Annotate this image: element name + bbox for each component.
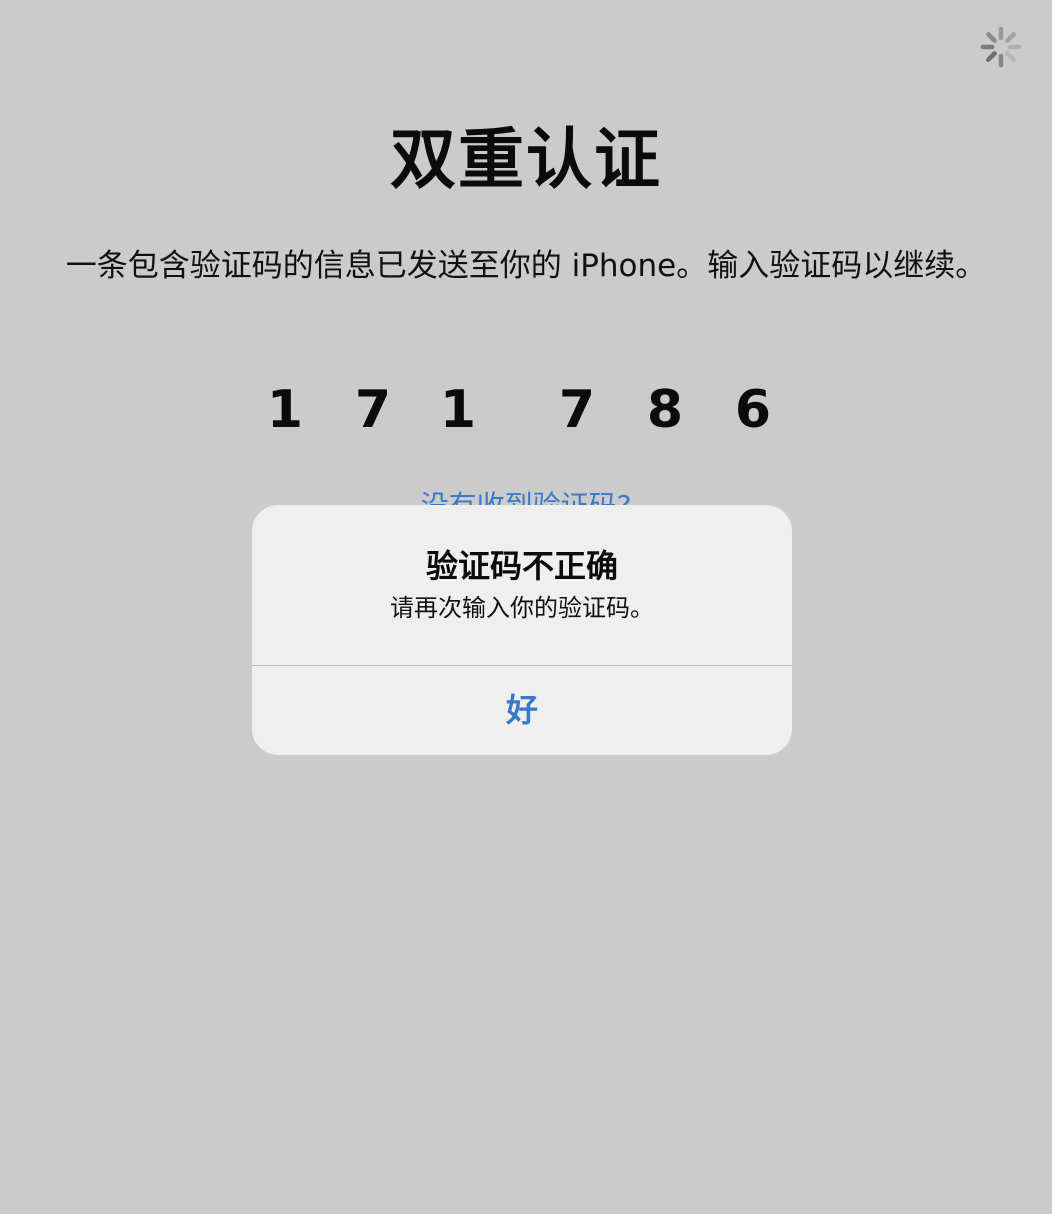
code-digit-1: 1 <box>266 380 304 440</box>
two-factor-screen: 双重认证 一条包含验证码的信息已发送至你的 iPhone。输入验证码以继续。 1… <box>0 0 1052 1214</box>
verification-code-field[interactable]: 1 7 1 7 8 6 <box>0 378 1052 442</box>
error-alert-dialog: 验证码不正确 请再次输入你的验证码。 好 <box>252 505 792 755</box>
ok-button[interactable]: 好 <box>252 666 792 755</box>
code-digit-2: 7 <box>354 380 392 440</box>
activity-spinner-icon <box>980 26 1022 68</box>
alert-message: 请再次输入你的验证码。 <box>390 594 654 622</box>
alert-title: 验证码不正确 <box>425 547 618 585</box>
code-digit-6: 6 <box>734 380 772 440</box>
code-digit-4: 7 <box>558 380 596 440</box>
page-title: 双重认证 <box>390 121 662 198</box>
code-digit-5: 8 <box>646 380 684 440</box>
instruction-text: 一条包含验证码的信息已发送至你的 iPhone。输入验证码以继续。 <box>65 248 987 284</box>
code-digit-3: 1 <box>439 380 477 440</box>
